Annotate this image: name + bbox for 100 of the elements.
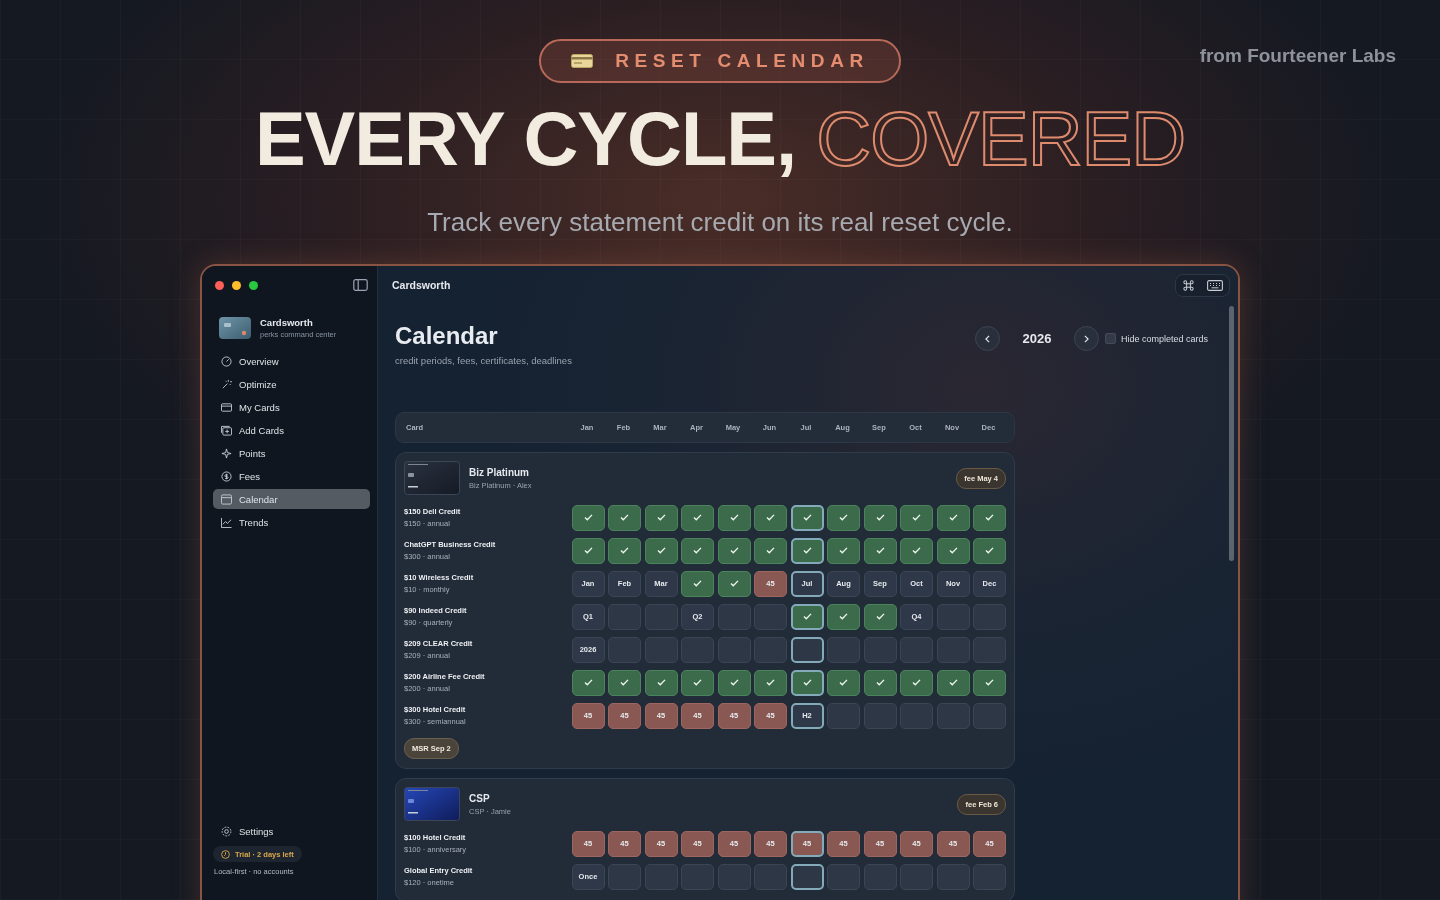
empty-cell[interactable] [644,636,678,663]
next-year-button[interactable] [1073,326,1099,351]
empty-cell[interactable] [681,636,714,663]
done-cell[interactable] [571,669,605,696]
empty-cell[interactable] [827,702,860,729]
sidebar-toggle-icon[interactable] [353,279,368,291]
done-cell[interactable] [863,603,897,630]
empty-cell[interactable] [900,636,933,663]
previous-year-button[interactable] [974,326,1000,351]
done-cell[interactable] [827,669,860,696]
done-cell[interactable] [717,504,751,531]
done-cell[interactable] [863,504,897,531]
empty-cell[interactable] [717,863,751,890]
sidebar-item[interactable]: Add Cards [213,420,370,440]
done-cell[interactable] [681,570,714,597]
sidebar-item[interactable]: Fees [213,466,370,486]
empty-cell[interactable] [863,636,897,663]
done-cell[interactable] [900,669,933,696]
empty-cell[interactable] [973,702,1006,729]
sidebar-item[interactable]: Calendar [213,489,370,509]
done-cell[interactable] [973,669,1006,696]
done-cell[interactable] [827,504,860,531]
done-cell[interactable] [863,537,897,564]
done-cell[interactable] [790,669,824,696]
empty-cell[interactable] [608,863,641,890]
close-button[interactable] [215,280,224,290]
empty-cell[interactable] [644,863,678,890]
check-icon [656,514,666,521]
done-cell[interactable] [936,669,970,696]
done-cell[interactable] [936,504,970,531]
done-cell[interactable] [900,504,933,531]
check-icon [729,580,739,587]
done-cell[interactable] [827,603,860,630]
done-cell[interactable] [754,669,787,696]
done-cell[interactable] [790,504,824,531]
done-cell[interactable] [717,669,751,696]
empty-cell[interactable] [973,603,1006,630]
done-cell[interactable] [754,504,787,531]
done-cell[interactable] [900,537,933,564]
done-cell[interactable] [827,537,860,564]
done-cell[interactable] [571,504,605,531]
empty-cell[interactable] [973,636,1006,663]
empty-cell[interactable] [754,636,787,663]
done-cell[interactable] [608,669,641,696]
check-icon [875,547,885,554]
done-cell[interactable] [717,537,751,564]
check-icon [948,514,958,521]
done-cell[interactable] [790,603,824,630]
empty-cell[interactable] [790,863,824,890]
check-icon [802,547,812,554]
done-cell[interactable] [571,537,605,564]
sidebar-item[interactable]: My Cards [213,397,370,417]
empty-cell[interactable] [608,603,641,630]
empty-cell[interactable] [827,636,860,663]
empty-cell[interactable] [754,863,787,890]
done-cell[interactable] [681,669,714,696]
done-cell[interactable] [681,537,714,564]
keyboard-icon[interactable] [1207,279,1223,291]
empty-cell[interactable] [900,702,933,729]
done-cell[interactable] [717,570,751,597]
zoom-button[interactable] [249,280,258,290]
done-cell[interactable] [863,669,897,696]
empty-cell[interactable] [936,603,970,630]
done-cell[interactable] [936,537,970,564]
check-icon [693,679,702,686]
done-cell[interactable] [644,537,678,564]
empty-cell[interactable] [717,636,751,663]
empty-cell[interactable] [644,603,678,630]
empty-cell[interactable] [936,702,970,729]
sidebar-item[interactable]: Trends [213,512,370,532]
settings-item[interactable]: Settings [213,821,370,841]
empty-cell[interactable] [936,636,970,663]
empty-cell[interactable] [827,863,860,890]
app-name: Cardsworth [260,317,314,328]
empty-cell[interactable] [973,863,1006,890]
empty-cell[interactable] [900,863,933,890]
empty-cell[interactable] [681,863,714,890]
empty-cell[interactable] [936,863,970,890]
sidebar-item[interactable]: Overview [213,351,370,371]
sidebar-item[interactable]: Optimize [213,374,370,394]
minimize-button[interactable] [232,280,241,290]
headline-outline: COVERED [816,96,1186,181]
done-cell[interactable] [973,504,1006,531]
empty-cell[interactable] [863,702,897,729]
empty-cell[interactable] [717,603,751,630]
command-icon[interactable] [1182,278,1195,292]
empty-cell[interactable] [863,863,897,890]
empty-cell[interactable] [754,603,787,630]
sidebar-item[interactable]: Points [213,443,370,463]
done-cell[interactable] [644,504,678,531]
done-cell[interactable] [754,537,787,564]
empty-cell[interactable] [608,636,641,663]
empty-cell[interactable] [790,636,824,663]
done-cell[interactable] [608,504,641,531]
hide-completed-checkbox[interactable] [1104,333,1116,344]
done-cell[interactable] [644,669,678,696]
done-cell[interactable] [681,504,714,531]
done-cell[interactable] [790,537,824,564]
done-cell[interactable] [608,537,641,564]
done-cell[interactable] [973,537,1006,564]
